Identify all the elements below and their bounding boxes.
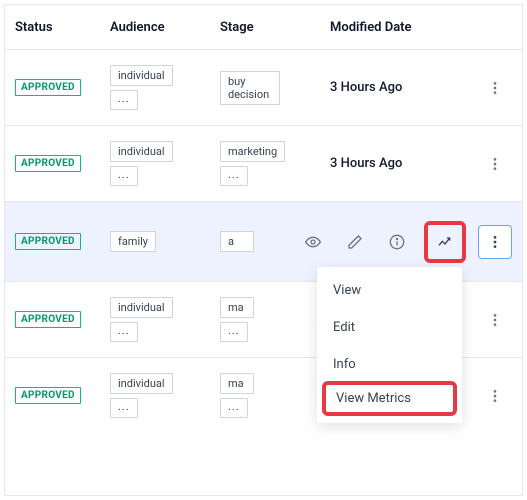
audience-tag[interactable]: individual: [110, 65, 173, 86]
kebab-icon[interactable]: [480, 381, 510, 411]
data-table: Status Audience Stage Modified Date APPR…: [4, 4, 523, 496]
audience-tag[interactable]: individual: [110, 373, 173, 394]
audience-tag[interactable]: individual: [110, 141, 173, 162]
stage-tag[interactable]: a: [220, 231, 254, 252]
table-header: Status Audience Stage Modified Date: [5, 5, 522, 50]
more-tag[interactable]: ...: [220, 322, 248, 342]
pencil-icon[interactable]: [340, 227, 370, 257]
modified-date: 3 Hours Ago: [330, 80, 465, 95]
col-stage[interactable]: Stage: [220, 20, 330, 35]
menu-edit[interactable]: Edit: [317, 309, 462, 346]
status-badge: APPROVED: [15, 79, 81, 96]
more-tag[interactable]: ...: [110, 398, 138, 418]
chart-icon[interactable]: [430, 227, 460, 257]
info-icon[interactable]: [382, 227, 412, 257]
more-tag[interactable]: ...: [110, 90, 138, 110]
audience-tag[interactable]: family: [110, 231, 156, 252]
more-tag[interactable]: ...: [220, 166, 248, 186]
menu-view[interactable]: View: [317, 272, 462, 309]
audience-tag[interactable]: individual: [110, 297, 173, 318]
metrics-highlight: [424, 221, 466, 263]
stage-tag[interactable]: marketing: [220, 141, 285, 162]
status-badge: APPROVED: [15, 311, 81, 328]
kebab-icon-active[interactable]: [478, 225, 512, 259]
menu-view-metrics[interactable]: View Metrics: [322, 381, 457, 416]
status-badge: APPROVED: [15, 387, 81, 404]
kebab-icon[interactable]: [480, 73, 510, 103]
col-modified[interactable]: Modified Date: [330, 20, 465, 35]
status-badge: APPROVED: [15, 233, 81, 250]
row-actions: [288, 221, 512, 263]
stage-tag[interactable]: buy decision: [220, 71, 280, 105]
status-badge: APPROVED: [15, 155, 81, 172]
col-status[interactable]: Status: [15, 20, 110, 35]
table-row[interactable]: APPROVED individual ... marketing ... 3 …: [5, 126, 522, 202]
action-menu: View Edit Info View Metrics: [317, 267, 462, 423]
more-tag[interactable]: ...: [110, 322, 138, 342]
col-audience[interactable]: Audience: [110, 20, 220, 35]
menu-info[interactable]: Info: [317, 346, 462, 383]
kebab-icon[interactable]: [480, 149, 510, 179]
table-row[interactable]: APPROVED individual ... buy decision 3 H…: [5, 50, 522, 126]
eye-icon[interactable]: [298, 227, 328, 257]
stage-tag[interactable]: ma: [220, 297, 254, 318]
modified-date: 3 Hours Ago: [330, 156, 465, 171]
stage-tag[interactable]: ma: [220, 373, 254, 394]
kebab-icon[interactable]: [480, 305, 510, 335]
more-tag[interactable]: ...: [220, 398, 248, 418]
more-tag[interactable]: ...: [110, 166, 138, 186]
